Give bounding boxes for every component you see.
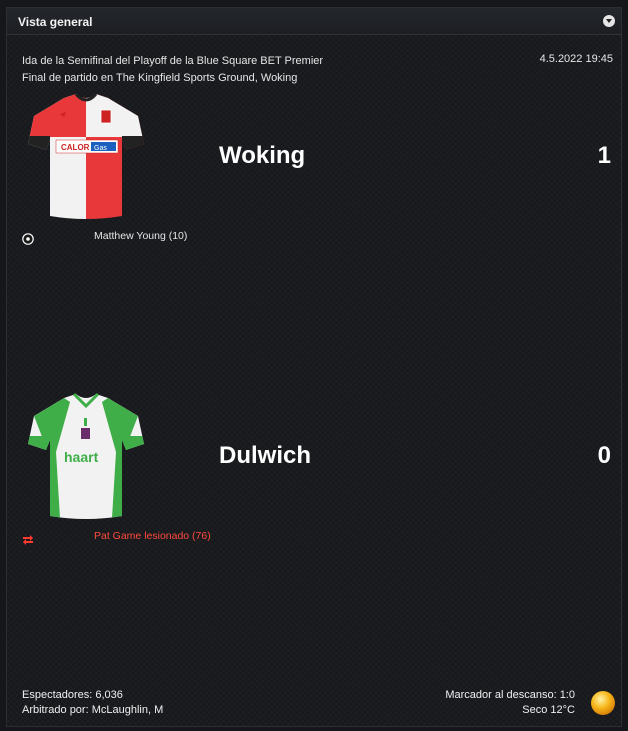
match-info: Ida de la Semifinal del Playoff de la Bl… <box>22 53 323 87</box>
panel-title: Vista general <box>18 15 93 29</box>
away-injury-event[interactable]: Pat Game lesionado (76) <box>94 530 211 542</box>
match-overview-panel: Vista general Ida de la Semifinal del Pl… <box>6 7 622 727</box>
sun-icon <box>591 691 615 715</box>
match-details-right: Marcador al descanso: 1:0 Seco 12°C <box>445 688 575 718</box>
referee-label: Arbitrado por: McLaughlin, M <box>22 704 164 716</box>
weather-label: Seco 12°C <box>522 704 575 716</box>
competition-label: Ida de la Semifinal del Playoff de la Bl… <box>22 55 324 67</box>
panel-header: Vista general <box>7 8 621 35</box>
home-goal-event[interactable]: Matthew Young (10) <box>94 230 187 242</box>
injury-icon <box>23 535 33 545</box>
away-kit-shirt-icon: haart <box>28 392 144 519</box>
attendance-label: Espectadores: 6,036 <box>22 689 123 701</box>
away-team-score: 0 <box>597 442 611 469</box>
venue-label: Final de partido en The Kingfield Sports… <box>22 72 298 84</box>
halftime-score-label: Marcador al descanso: 1:0 <box>445 689 575 701</box>
home-team-name[interactable]: Woking <box>219 142 305 170</box>
away-team-name[interactable]: Dulwich <box>219 442 311 470</box>
ball-icon <box>22 233 34 245</box>
match-datetime: 4.5.2022 19:45 <box>539 53 613 65</box>
home-kit-shirt-icon: CALOR Gas <box>28 92 144 219</box>
svg-text:haart: haart <box>64 449 99 465</box>
collapse-toggle-icon[interactable] <box>603 15 615 27</box>
svg-text:CALOR: CALOR <box>61 143 90 152</box>
svg-text:Gas: Gas <box>94 145 107 152</box>
match-details-left: Espectadores: 6,036 Arbitrado por: McLau… <box>22 688 163 718</box>
home-team-score: 1 <box>597 142 611 169</box>
